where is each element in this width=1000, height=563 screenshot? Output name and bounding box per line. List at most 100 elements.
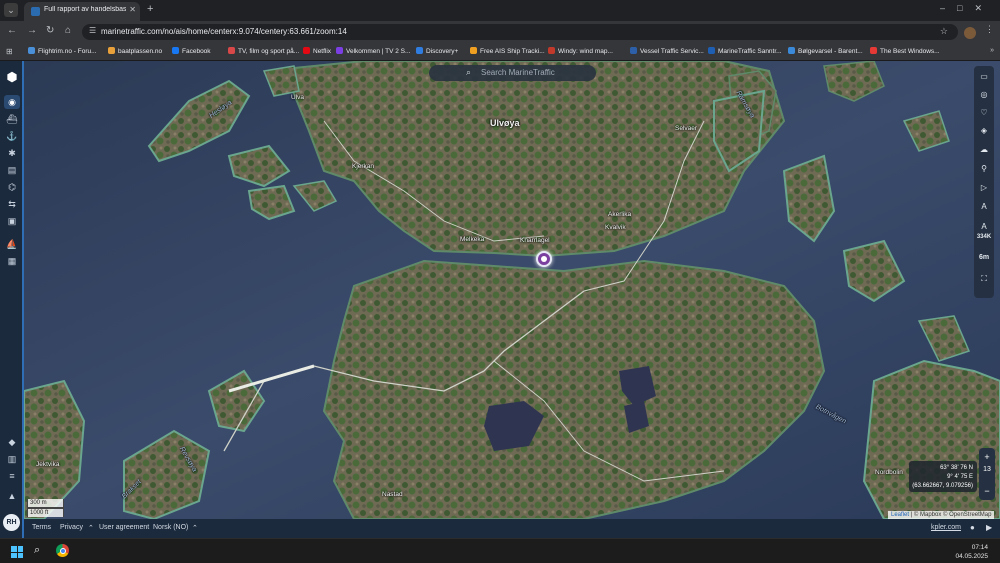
bookmark-favicon-icon (228, 47, 235, 54)
measure-distance-icon[interactable]: A (976, 220, 992, 234)
bookmark-label: Vessel Traffic Servic... (640, 48, 704, 55)
terms-link[interactable]: Terms (32, 524, 51, 531)
place-melkeka: Melkeka (460, 236, 485, 243)
bookmark-label: Free AIS Ship Tracki... (480, 48, 545, 55)
chrome-taskbar-icon[interactable] (56, 544, 69, 557)
bookmark-favicon-icon (416, 47, 423, 54)
browser-menu-icon[interactable]: ⋮ (985, 24, 994, 35)
zoom-in-button[interactable]: + (979, 450, 995, 464)
tab-close-icon[interactable]: ✕ (129, 5, 136, 14)
all-bookmarks-button[interactable]: » (990, 47, 994, 54)
forward-icon[interactable]: → (27, 25, 37, 36)
sidebar-voyage-icon[interactable]: ⇆ (4, 197, 20, 211)
map-tools-panel: ▭ ◎ ♡ ◈ ☁ ⚲ ▷ A A 334K 6m ⛶ (974, 66, 994, 298)
user-avatar[interactable]: RH (3, 514, 20, 531)
home-icon[interactable]: ⌂ (65, 25, 71, 36)
place-selvaer: Selvaer (675, 125, 698, 132)
user-agreement-link[interactable]: User agreement (99, 524, 149, 531)
bookmark-favicon-icon (708, 47, 715, 54)
sidebar-layers-icon[interactable]: ≡ (4, 469, 20, 483)
zoom-out-button[interactable]: − (979, 484, 995, 498)
sidebar-data-icon[interactable]: ▦ (4, 254, 20, 268)
satellite-map[interactable]: ⌕ Search MarineTraffic Ulvøya Selvaer Kj… (24, 61, 1000, 519)
sidebar-fleet-icon[interactable]: ▤ (4, 163, 20, 177)
layers-icon[interactable]: ◈ (976, 124, 992, 138)
language-chevron-icon[interactable]: ⌃ (192, 524, 198, 532)
bookmark-item[interactable]: Velkommen | TV 2 S... (336, 47, 410, 55)
address-bar[interactable]: ☰ marinetraffic.com/no/ais/home/centerx:… (82, 24, 958, 40)
windows-start-icon[interactable] (11, 546, 23, 558)
system-clock[interactable]: 07:14 04.05.2025 (955, 543, 988, 561)
bookmark-item[interactable]: baatplassen.no (108, 47, 162, 55)
back-icon[interactable]: ← (7, 25, 17, 36)
sidebar-lighthouse-icon[interactable]: ✱ (4, 146, 20, 160)
sidebar-ship-type-icon[interactable]: ⛵ (4, 237, 20, 251)
sidebar-database-icon[interactable]: ▥ (4, 452, 20, 466)
place-knarrlagel: Knarrlagel (520, 237, 550, 244)
bookmark-item[interactable]: TV, film og sport på... (228, 47, 299, 55)
bookmark-item[interactable]: Free AIS Ship Tracki... (470, 47, 545, 55)
leaflet-link[interactable]: Leaflet (891, 512, 909, 518)
bookmark-favicon-icon (548, 47, 555, 54)
site-info-icon[interactable]: ☰ (89, 26, 96, 35)
bookmark-star-icon[interactable]: ☆ (940, 26, 948, 37)
bookmark-label: TV, film og sport på... (238, 48, 300, 55)
zoom-control: + 13 − (979, 448, 995, 500)
sidebar-notifications-icon[interactable]: ▲ (4, 489, 20, 503)
tab-favicon-icon (31, 7, 40, 16)
fullscreen-icon[interactable]: ⛶ (976, 272, 992, 286)
sidebar-live-map-icon[interactable]: ◉ (4, 95, 20, 109)
binoculars-icon[interactable]: ◎ (976, 88, 992, 102)
place-ulvoya: Ulvøya (490, 118, 520, 128)
filters-icon[interactable]: ▭ (976, 70, 992, 84)
sidebar-vessels-icon[interactable]: ⛴ (4, 112, 20, 126)
bookmark-item[interactable]: Discovery+ (416, 47, 458, 55)
privacy-link[interactable]: Privacy (60, 524, 83, 531)
bookmark-item[interactable]: Windy: wind map... (548, 47, 613, 55)
bookmarks-bar: ⊞ » Flightrim.no - Foru... baatplassen.no… (0, 43, 1000, 61)
sidebar-ports-icon[interactable]: ⚓ (4, 129, 20, 143)
attribution-text[interactable]: | © Mapbox © OpenStreetMap (911, 512, 992, 518)
bookmark-favicon-icon (788, 47, 795, 54)
bookmark-favicon-icon (172, 47, 179, 54)
bookmark-item[interactable]: MarineTraffic Sanntr... (708, 47, 782, 55)
kpler-link[interactable]: kpler.com (931, 524, 961, 531)
android-app-icon[interactable]: ▶ (986, 523, 992, 532)
windows-taskbar: ⌕ 07:14 04.05.2025 (0, 538, 1000, 563)
address-url[interactable]: marinetraffic.com/no/ais/home/centerx:9.… (101, 27, 347, 36)
sidebar-reports-icon[interactable]: ▣ (4, 214, 20, 228)
time-range-label[interactable]: 6m (974, 254, 994, 261)
weather-icon[interactable]: ☁ (976, 143, 992, 157)
place-kjerkan: Kjerkan (352, 163, 375, 170)
marinetraffic-logo-icon[interactable]: ⬢ (5, 70, 19, 84)
bookmark-item[interactable]: Netflix (303, 47, 331, 55)
tab-search-icon[interactable]: ⌄ (4, 3, 18, 17)
bookmark-label: MarineTraffic Sanntr... (718, 48, 782, 55)
measure-icon[interactable]: ⚲ (976, 162, 992, 176)
apps-grid-icon[interactable]: ⊞ (6, 47, 13, 56)
search-bar[interactable]: ⌕ Search MarineTraffic (429, 65, 596, 81)
apple-app-icon[interactable]: ● (970, 523, 975, 532)
bookmark-favicon-icon (336, 47, 343, 54)
profile-avatar[interactable] (964, 27, 976, 39)
vessel-marker[interactable] (536, 251, 552, 267)
bookmark-item[interactable]: Flightrim.no - Foru... (28, 47, 97, 55)
bookmark-item[interactable]: Facebook (172, 47, 211, 55)
bookmark-item[interactable]: Bølgevarsel - Barent... (788, 47, 863, 55)
text-label-icon[interactable]: A (976, 200, 992, 214)
favorites-heart-icon[interactable]: ♡ (976, 106, 992, 120)
bookmark-item[interactable]: Vessel Traffic Servic... (630, 47, 704, 55)
play-track-icon[interactable]: ▷ (976, 181, 992, 195)
sidebar-tag-icon[interactable]: ◆ (4, 435, 20, 449)
place-akerlika: Akerlika (608, 211, 632, 218)
window-controls[interactable]: –□✕ (940, 3, 994, 14)
sidebar-stations-icon[interactable]: ⌬ (4, 180, 20, 194)
browser-tab[interactable]: Full rapport av handelsbaser i ✕ (24, 2, 140, 21)
taskbar-search-icon[interactable]: ⌕ (34, 544, 40, 557)
bookmark-item[interactable]: The Best Windows... (870, 47, 940, 55)
language-selector[interactable]: Norsk (NO) (153, 524, 188, 531)
clock-time: 07:14 (971, 544, 988, 551)
privacy-chevron-icon[interactable]: ⌃ (88, 524, 94, 532)
new-tab-icon[interactable]: + (147, 3, 153, 15)
reload-icon[interactable]: ↻ (46, 25, 54, 36)
